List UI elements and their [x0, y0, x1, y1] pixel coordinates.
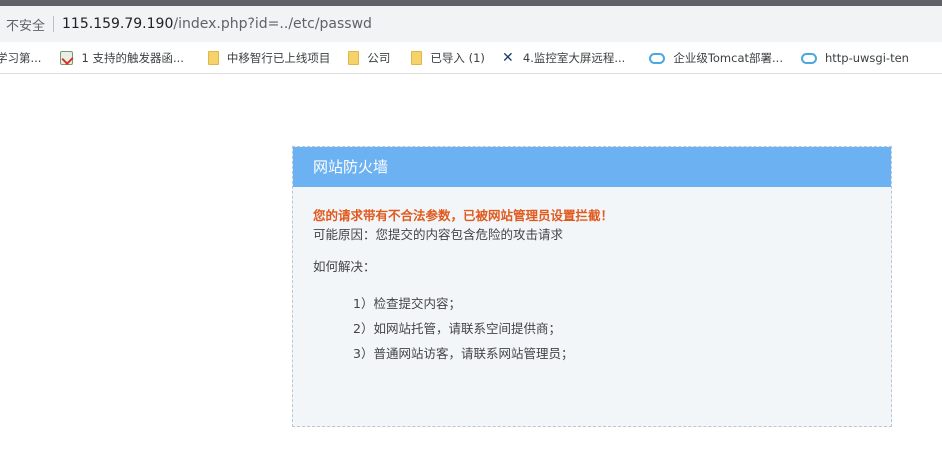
address-separator	[53, 16, 55, 32]
folder-icon	[348, 50, 360, 65]
warning-message: 您的请求带有不合法参数，已被网站管理员设置拦截！	[313, 208, 614, 223]
folder-icon	[411, 50, 423, 65]
bookmark-item[interactable]: 1 支持的触发器函...	[60, 50, 184, 66]
bookmark-label: 学习第...	[0, 50, 42, 65]
x-icon: ✕	[502, 49, 514, 66]
bookmark-item[interactable]: http-uwsgi-ten	[800, 50, 909, 65]
how-to-heading: 如何解决：	[313, 259, 376, 274]
folder-icon	[207, 50, 219, 65]
cloud-icon	[649, 52, 666, 64]
bookmark-item[interactable]: 企业级Tomcat部署...	[649, 50, 783, 66]
bookmark-item[interactable]: 已导入 (1)	[411, 50, 485, 66]
bookmark-item[interactable]: ✕ 4.监控室大屏远程...	[501, 50, 625, 66]
address-bar[interactable]: 不安全 115.159.79.190/index.php?id=../etc/p…	[0, 6, 942, 42]
step-item: 1）检查提交内容；	[353, 296, 461, 311]
bookmark-label: 企业级Tomcat部署...	[673, 50, 783, 65]
bookmark-item[interactable]: 学习第...	[0, 50, 41, 66]
bookmark-label: 1 支持的触发器函...	[81, 50, 184, 65]
firewall-panel: 网站防火墙 您的请求带有不合法参数，已被网站管理员设置拦截！ 可能原因：您提交的…	[292, 146, 892, 427]
bookmark-label: http-uwsgi-ten	[824, 50, 909, 65]
cloud-icon	[800, 52, 817, 64]
reason-text: 可能原因：您提交的内容包含危险的攻击请求	[313, 227, 564, 242]
bookmark-item[interactable]: 中移智行已上线项目	[207, 50, 331, 66]
security-indicator[interactable]: 不安全	[6, 15, 45, 34]
bookmark-label: 公司	[367, 50, 391, 65]
steps-list: 1）检查提交内容； 2）如网站托管，请联系空间提供商； 3）普通网站访客，请联系…	[313, 291, 891, 366]
step-item: 2）如网站托管，请联系空间提供商；	[353, 321, 561, 336]
url-path[interactable]: /index.php?id=../etc/passwd	[173, 16, 372, 32]
bookmark-label: 4.监控室大屏远程...	[522, 50, 626, 65]
bookmark-label: 已导入 (1)	[430, 50, 485, 65]
url-host[interactable]: 115.159.79.190	[62, 16, 173, 32]
firewall-title: 网站防火墙	[293, 147, 891, 187]
firewall-body: 您的请求带有不合法参数，已被网站管理员设置拦截！ 可能原因：您提交的内容包含危险…	[293, 187, 891, 366]
bookmarks-bar: 学习第... 1 支持的触发器函... 中移智行已上线项目 公司 已导入 (1)…	[0, 42, 942, 74]
page-icon	[60, 50, 74, 65]
step-item: 3）普通网站访客，请联系网站管理员；	[353, 346, 574, 361]
bookmark-label: 中移智行已上线项目	[226, 50, 331, 65]
bookmark-item[interactable]: 公司	[348, 50, 390, 66]
